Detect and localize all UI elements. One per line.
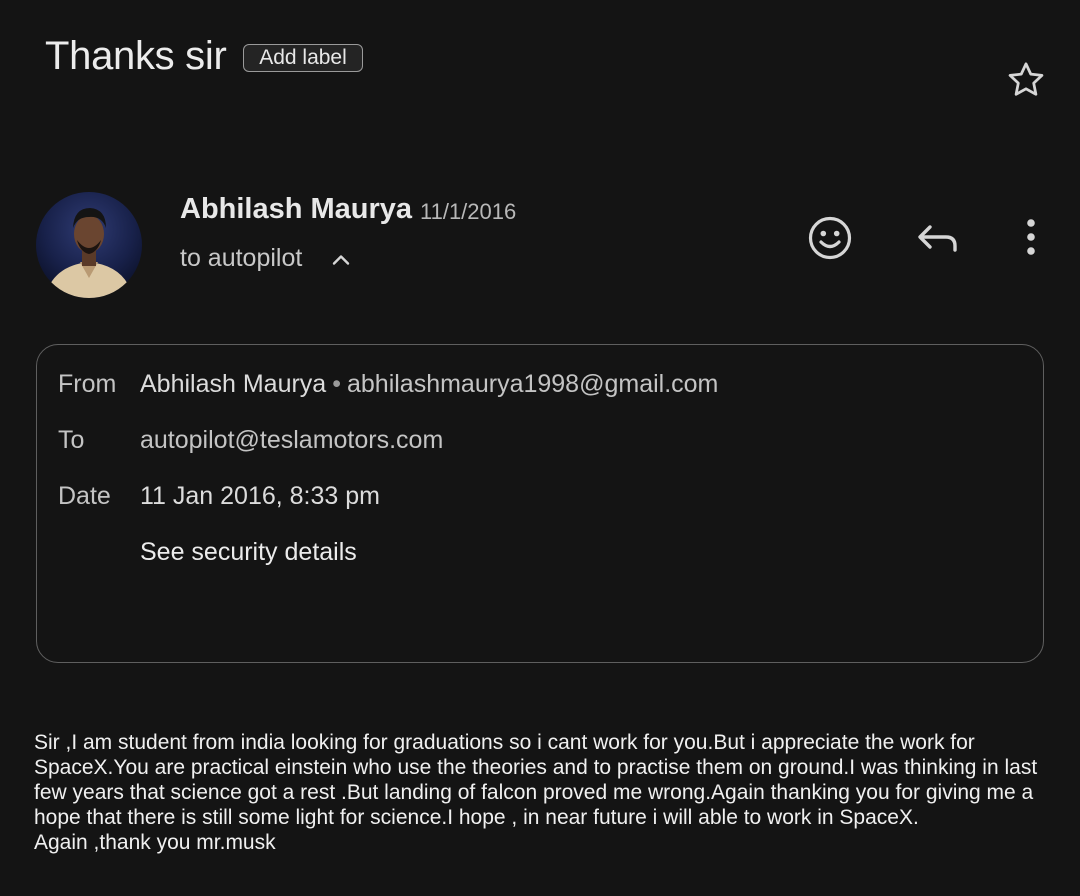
to-label: To: [58, 426, 85, 454]
sent-date: 11/1/2016: [420, 199, 517, 224]
from-separator: •: [332, 370, 341, 398]
chevron-up-icon[interactable]: [329, 248, 353, 272]
email-body: Sir ,I am student from india looking for…: [34, 730, 1044, 855]
from-name: Abhilash Maurya: [140, 370, 327, 398]
date-value: 11 Jan 2016, 8:33 pm: [140, 482, 380, 510]
body-paragraph: Again ,thank you mr.musk: [34, 831, 276, 854]
body-paragraph: Sir ,I am student from india looking for…: [34, 731, 1038, 829]
sender-name[interactable]: Abhilash Maurya: [180, 193, 412, 226]
emoji-icon[interactable]: [805, 213, 855, 263]
security-details-link[interactable]: See security details: [140, 538, 357, 567]
avatar-image: [36, 192, 142, 298]
date-label: Date: [58, 482, 111, 510]
from-email[interactable]: abhilashmaurya1998@gmail.com: [347, 370, 718, 398]
from-value: Abhilash Maurya • abhilashmaurya1998@gmail…: [140, 370, 718, 399]
recipient-summary[interactable]: to autopilot: [180, 244, 302, 273]
add-label-button[interactable]: Add label: [243, 44, 363, 72]
reply-icon[interactable]: [913, 213, 963, 263]
star-icon[interactable]: [1004, 58, 1048, 102]
email-view: Thanks sir Add label Abhilash Maurya 11/…: [0, 0, 1080, 896]
more-icon[interactable]: [1006, 213, 1056, 263]
email-subject: Thanks sir: [45, 34, 227, 78]
avatar[interactable]: [36, 192, 142, 298]
to-value[interactable]: autopilot@teslamotors.com: [140, 426, 443, 455]
from-label: From: [58, 370, 117, 398]
